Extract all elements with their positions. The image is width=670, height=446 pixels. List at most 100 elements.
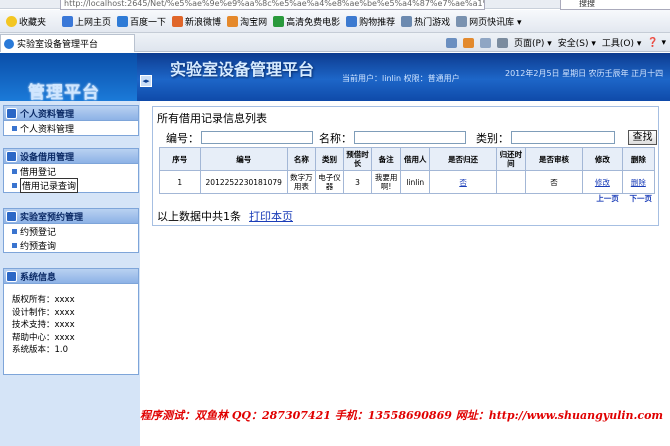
favorite-icon: [346, 15, 358, 27]
records-table: 序号 编号 名称 类别 预借时长 备注 借用人 是否归还 归还时间 是否审核 修改 删除 1 20122…: [159, 147, 656, 194]
tab-title: 实验室设备管理平台: [17, 40, 99, 50]
search-button[interactable]: 查找: [628, 130, 657, 145]
sidebar-section-reservation: 实验室预约管理 约预登记 约预查询: [3, 208, 139, 253]
favorites-bar: 收藏夹 上网主页 百度一下 新浪微博 淘宝网 高清免费电影 购物推荐 热门游戏 网页快讯库 ▾: [0, 10, 670, 33]
table-cell: 删除: [621, 170, 656, 194]
favorite-link[interactable]: 网页快讯库 ▾: [456, 15, 522, 28]
sidebar-item-reserve-query[interactable]: 约预查询: [4, 238, 138, 252]
section-header: 系统信息: [4, 269, 138, 284]
section-title: 实验室预约管理: [20, 212, 84, 223]
section-title: 系统信息: [20, 272, 57, 283]
table-cell: 否: [524, 170, 584, 194]
address-input[interactable]: http://localhost:2645/Net/%e5%ae%9e%e9%a…: [60, 0, 485, 10]
table-cell: linlin: [400, 170, 431, 194]
browser-search-input[interactable]: 搜搜: [560, 0, 670, 10]
next-page-link[interactable]: 下一页: [630, 194, 653, 203]
favorite-link[interactable]: 上网主页: [62, 15, 111, 28]
section-header[interactable]: 个人资料管理: [4, 106, 138, 121]
help-menu[interactable]: ❓ ▾: [647, 38, 666, 48]
table-cell: 2012252230181079: [199, 170, 288, 194]
delete-link[interactable]: 删除: [631, 178, 646, 187]
favorite-label: 新浪微博: [185, 17, 222, 28]
table-cell: 我要用啊!: [371, 170, 402, 194]
section-bullet-icon: [6, 270, 17, 282]
edit-link[interactable]: 修改: [595, 178, 610, 187]
sidebar-item-label: 个人资料管理: [20, 124, 75, 135]
favorite-link[interactable]: 购物推荐: [346, 15, 395, 28]
favorite-link[interactable]: 百度一下: [117, 15, 166, 28]
sidebar-item-profile[interactable]: 个人资料管理: [4, 121, 138, 135]
column-header: 是否审核: [524, 147, 584, 171]
collapse-sidebar-button[interactable]: ◂▸: [140, 75, 152, 87]
main-panel: 所有借用记录信息列表 编号： 名称： 类别： 查找 序号 编号 名称 类别 预借时长 备注…: [152, 106, 659, 226]
date-info: 2012年2月5日 星期日 农历壬辰年 正月十四: [505, 69, 664, 78]
section-title: 个人资料管理: [20, 109, 75, 120]
number-input[interactable]: [201, 131, 313, 144]
column-header: 删除: [621, 147, 656, 171]
info-design: 设计制作：xxxx: [12, 307, 75, 318]
sidebar-section-borrow: 设备借用管理 借用登记 借用记录查询: [3, 148, 139, 193]
table-cell: 修改: [582, 170, 623, 194]
sidebar-item-label: 约预登记: [20, 227, 57, 238]
category-input[interactable]: [511, 131, 615, 144]
logo-text: 管理平台: [28, 83, 100, 101]
print-icon[interactable]: [496, 37, 508, 48]
favorites-list: 上网主页 百度一下 新浪微博 淘宝网 高清免费电影 购物推荐 热门游戏 网页快讯库 ▾: [56, 15, 522, 28]
command-bar: 页面(P) ▾ 安全(S) ▾ 工具(O) ▾ ❓ ▾: [440, 35, 670, 50]
prev-page-link[interactable]: 上一页: [596, 194, 619, 203]
name-input[interactable]: [354, 131, 466, 144]
sidebar-item-reserve-register[interactable]: 约预登记: [4, 224, 138, 238]
section-title: 设备借用管理: [20, 152, 75, 163]
column-header: 名称: [286, 147, 316, 171]
print-link[interactable]: 打印本页: [249, 210, 293, 223]
sidebar-section-system-info: 系统信息 版权所有：xxxx 设计制作：xxxx 技术支持：xxxx 帮助中心：…: [3, 268, 139, 375]
info-version: 系统版本：1.0: [12, 345, 69, 355]
tools-menu[interactable]: 工具(O) ▾: [602, 36, 642, 49]
pager: 上一页 下一页: [588, 193, 652, 204]
favorite-link[interactable]: 热门游戏: [401, 15, 450, 28]
favorites-label: 收藏夹: [19, 17, 47, 28]
table-cell: 1: [159, 170, 201, 194]
sidebar-item-label: 约预查询: [20, 241, 57, 252]
section-bullet-icon: [6, 107, 17, 119]
favorite-label: 热门游戏: [414, 17, 451, 28]
logo: 管理平台: [0, 53, 137, 101]
favorite-label: 高清免费电影: [286, 17, 341, 28]
table-cell: 电子仪器: [314, 170, 345, 194]
safety-menu[interactable]: 安全(S) ▾: [558, 36, 596, 49]
section-header[interactable]: 实验室预约管理: [4, 209, 138, 224]
favorites-button[interactable]: 收藏夹: [6, 15, 46, 28]
sidebar-item-label: 借用登记: [20, 167, 57, 178]
feeds-icon[interactable]: [462, 37, 474, 48]
table-cell: 否: [429, 170, 497, 194]
table-row: 1 2012252230181079 数字万用表 电子仪器 3 我要用啊! linlin 否 否…: [159, 170, 656, 194]
column-header: 归还时间: [495, 147, 526, 171]
sidebar-item-label: 借用记录查询: [20, 177, 79, 193]
page-header: 管理平台 ◂▸ 实验室设备管理平台 当前用户：linlin 权限：普通用户 20…: [0, 53, 670, 101]
home-icon[interactable]: [445, 37, 457, 48]
favorite-link[interactable]: 新浪微博: [172, 15, 221, 28]
sidebar-item-borrow-register[interactable]: 借用登记: [4, 164, 138, 178]
section-header[interactable]: 设备借用管理: [4, 149, 138, 164]
page-menu[interactable]: 页面(P) ▾: [514, 36, 552, 49]
favorite-icon: [456, 15, 468, 27]
favorite-link[interactable]: 高清免费电影: [273, 15, 340, 28]
table-cell: 数字万用表: [286, 170, 316, 194]
favorite-link[interactable]: 淘宝网: [227, 15, 267, 28]
favorite-icon: [62, 15, 74, 27]
info-support: 技术支持：xxxx: [12, 320, 75, 330]
bullet-icon: [12, 125, 17, 131]
system-title: 实验室设备管理平台: [169, 60, 314, 79]
mail-icon[interactable]: [479, 37, 491, 48]
name-label: 名称：: [319, 131, 352, 145]
favorite-label: 淘宝网: [240, 17, 268, 28]
tab-bar: 实验室设备管理平台 页面(P) ▾ 安全(S) ▾ 工具(O) ▾ ❓ ▾: [0, 33, 670, 52]
star-icon: [6, 15, 17, 27]
favorite-icon: [401, 15, 413, 27]
browser-tab[interactable]: 实验室设备管理平台: [0, 34, 135, 52]
info-copyright: 版权所有：xxxx: [12, 295, 75, 305]
sidebar-item-borrow-query[interactable]: 借用记录查询: [4, 177, 138, 193]
favorite-icon: [117, 15, 129, 27]
column-header: 编号: [199, 147, 288, 171]
returned-link[interactable]: 否: [459, 178, 467, 187]
